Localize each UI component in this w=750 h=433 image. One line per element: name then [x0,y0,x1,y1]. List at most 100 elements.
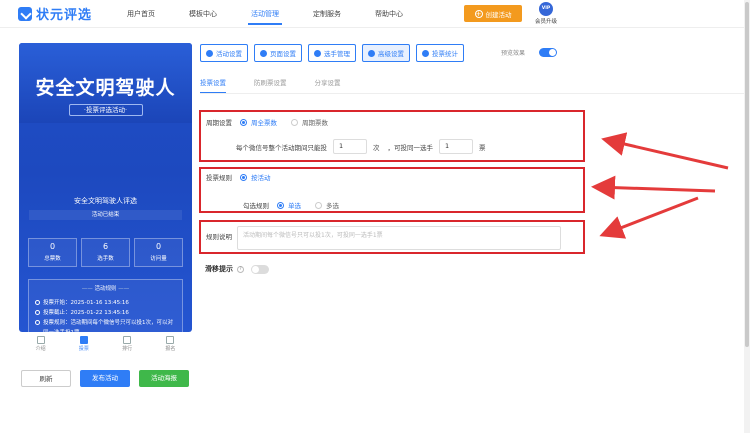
period-option-total[interactable]: 周全票数 [240,117,277,127]
advanced-settings-button[interactable]: 高级设置 [362,44,410,62]
radio-icon [277,201,284,209]
vip-label: 会员升级 [534,19,557,25]
scrollbar-thumb[interactable] [745,2,749,347]
tab-anti-fraud-settings[interactable]: 防刷票设置 [254,77,287,93]
vote-statistics-button[interactable]: 投票统计 [416,44,464,62]
preview-actions: 刷新 发布活动 活动海报 [21,370,191,387]
help-icon[interactable]: ? [237,265,244,273]
stat-value: 0 [155,242,162,251]
create-activity-label: 创建活动 [485,10,512,19]
top-navbar: 状元评选 用户首页 模板中心 活动管理 定制服务 帮助中心 [0,0,744,28]
clock-icon [35,310,40,315]
period-setting-row: 周期设置 周全票数 周期票数 [206,117,342,127]
vip-upgrade[interactable]: VIP 会员升级 [532,2,560,25]
rules-title: 活动规则 [35,284,176,292]
stat-contestants: 6 选手数 [81,238,130,267]
stat-label: 总票数 [44,256,61,262]
refresh-button[interactable]: 刷新 [21,370,71,387]
settings-subtabs: 投票设置 防刷票设置 分享设置 [200,77,369,93]
check-option-multiple[interactable]: 多选 [315,200,339,210]
stat-value: 0 [49,242,56,251]
vote-rule-row: 投票规则 按活动 [206,172,285,182]
slide-tip-switch[interactable] [251,264,269,274]
slide-tip-label: 滑移提示 [205,265,233,273]
rule-start: 投票开始：2025-01-16 13:45:16 [35,298,176,308]
main-nav: 用户首页 模板中心 活动管理 定制服务 帮助中心 [110,0,420,28]
stat-visits: 0 访问量 [134,238,183,267]
arrow-to-vote-rule [591,175,716,200]
stat-total-votes: 0 总票数 [28,238,77,267]
period-label: 周期设置 [206,119,232,127]
arrow-to-period [601,132,729,170]
same-contestant-unit: 票 [479,143,486,152]
slide-tip-row: 滑移提示 ? [205,264,269,274]
page-scrollbar[interactable] [744,0,750,433]
brand-logo[interactable]: 状元评选 [18,4,110,23]
mobile-preview: 安全文明驾驶人 ·投票评选活动· 安全文明驾驶人评选 活动已结束 0 总票数 6… [19,43,192,332]
limit-prefix: 每个微信号整个活动期间只能投 [236,143,327,152]
rule-voting: 投票规则：活动期间每个微信号只可以投1次，可以对同一选手投1票 [35,318,176,332]
preview-tab-signup[interactable]: 报名 [155,333,185,355]
subtabs-divider [200,93,744,94]
preview-tab-vote[interactable]: 投票 [69,333,99,355]
nav-help-center[interactable]: 帮助中心 [358,0,420,28]
vote-rule-label: 投票规则 [206,174,232,182]
rule-description-label: 规则说明 [206,233,232,241]
settings-toolbar: 活动设置 页面设置 选手管理 高级设置 投票统计 [200,44,470,62]
arrow-to-description [599,196,699,239]
limit-count-input[interactable]: 1 [333,139,367,154]
limit-unit: 次 [373,143,380,152]
tab-vote-settings[interactable]: 投票设置 [200,77,226,93]
same-contestant-prefix: ，可投同一选手 [387,143,434,152]
activity-name: 安全文明驾驶人评选 [74,197,137,205]
activity-stats: 0 总票数 6 选手数 0 访问量 [28,238,183,267]
vote-icon [79,336,88,344]
clock-icon [35,320,40,325]
radio-icon [240,118,247,126]
logo-icon [18,6,32,21]
preview-tab-intro[interactable]: 介绍 [26,333,56,355]
radio-icon [240,173,247,181]
plus-icon: + [474,9,483,18]
radio-icon [315,201,322,209]
annotation-arrows [591,132,729,239]
stat-label: 访问量 [150,256,167,262]
nav-activity-management[interactable]: 活动管理 [234,0,296,28]
rule-description-input[interactable]: 活动期间每个微信号只可以投1次，可投同一选手1票 [237,226,561,250]
nav-home[interactable]: 用户首页 [110,0,172,28]
vote-rule-option-activity[interactable]: 按活动 [240,172,271,182]
preview-toggle: 预览效果 [501,48,558,57]
publish-button[interactable]: 发布活动 [80,370,130,387]
poster-button[interactable]: 活动海报 [139,370,189,387]
check-option-single[interactable]: 单选 [277,200,301,210]
signup-icon [166,336,175,344]
stat-value: 6 [102,242,109,251]
same-contestant-input[interactable]: 1 [439,139,473,154]
gear-icon [260,49,267,57]
period-option-cycle[interactable]: 周期票数 [291,117,328,127]
preview-banner: 安全文明驾驶人 ·投票评选活动· [19,43,192,123]
activity-status: 活动已结束 [29,210,182,220]
radio-icon [291,118,298,126]
create-activity-button[interactable]: + 创建活动 [464,5,522,22]
banner-title: 安全文明驾驶人 [35,77,176,99]
chart-icon [422,49,429,57]
preview-switch[interactable] [539,48,558,57]
tab-share-settings[interactable]: 分享设置 [315,77,341,93]
vip-icon: VIP [539,2,553,16]
settings-icon [206,49,213,57]
banner-subtitle: ·投票评选活动· [68,104,143,116]
check-rule-label: 勾选规则 [243,202,269,210]
activity-rules: 活动规则 投票开始：2025-01-16 13:45:16 投票截止：2025-… [28,279,183,332]
clock-icon [35,300,40,305]
stat-label: 选手数 [97,256,114,262]
preview-tab-rank[interactable]: 排行 [112,333,142,355]
page-settings-button[interactable]: 页面设置 [254,44,302,62]
check-rule-row: 勾选规则 单选 多选 [243,200,353,210]
users-icon [314,49,321,57]
activity-settings-button[interactable]: 活动设置 [200,44,248,62]
contestant-management-button[interactable]: 选手管理 [308,44,356,62]
nav-templates[interactable]: 模板中心 [172,0,234,28]
nav-custom-service[interactable]: 定制服务 [296,0,358,28]
brand-name: 状元评选 [36,8,93,23]
